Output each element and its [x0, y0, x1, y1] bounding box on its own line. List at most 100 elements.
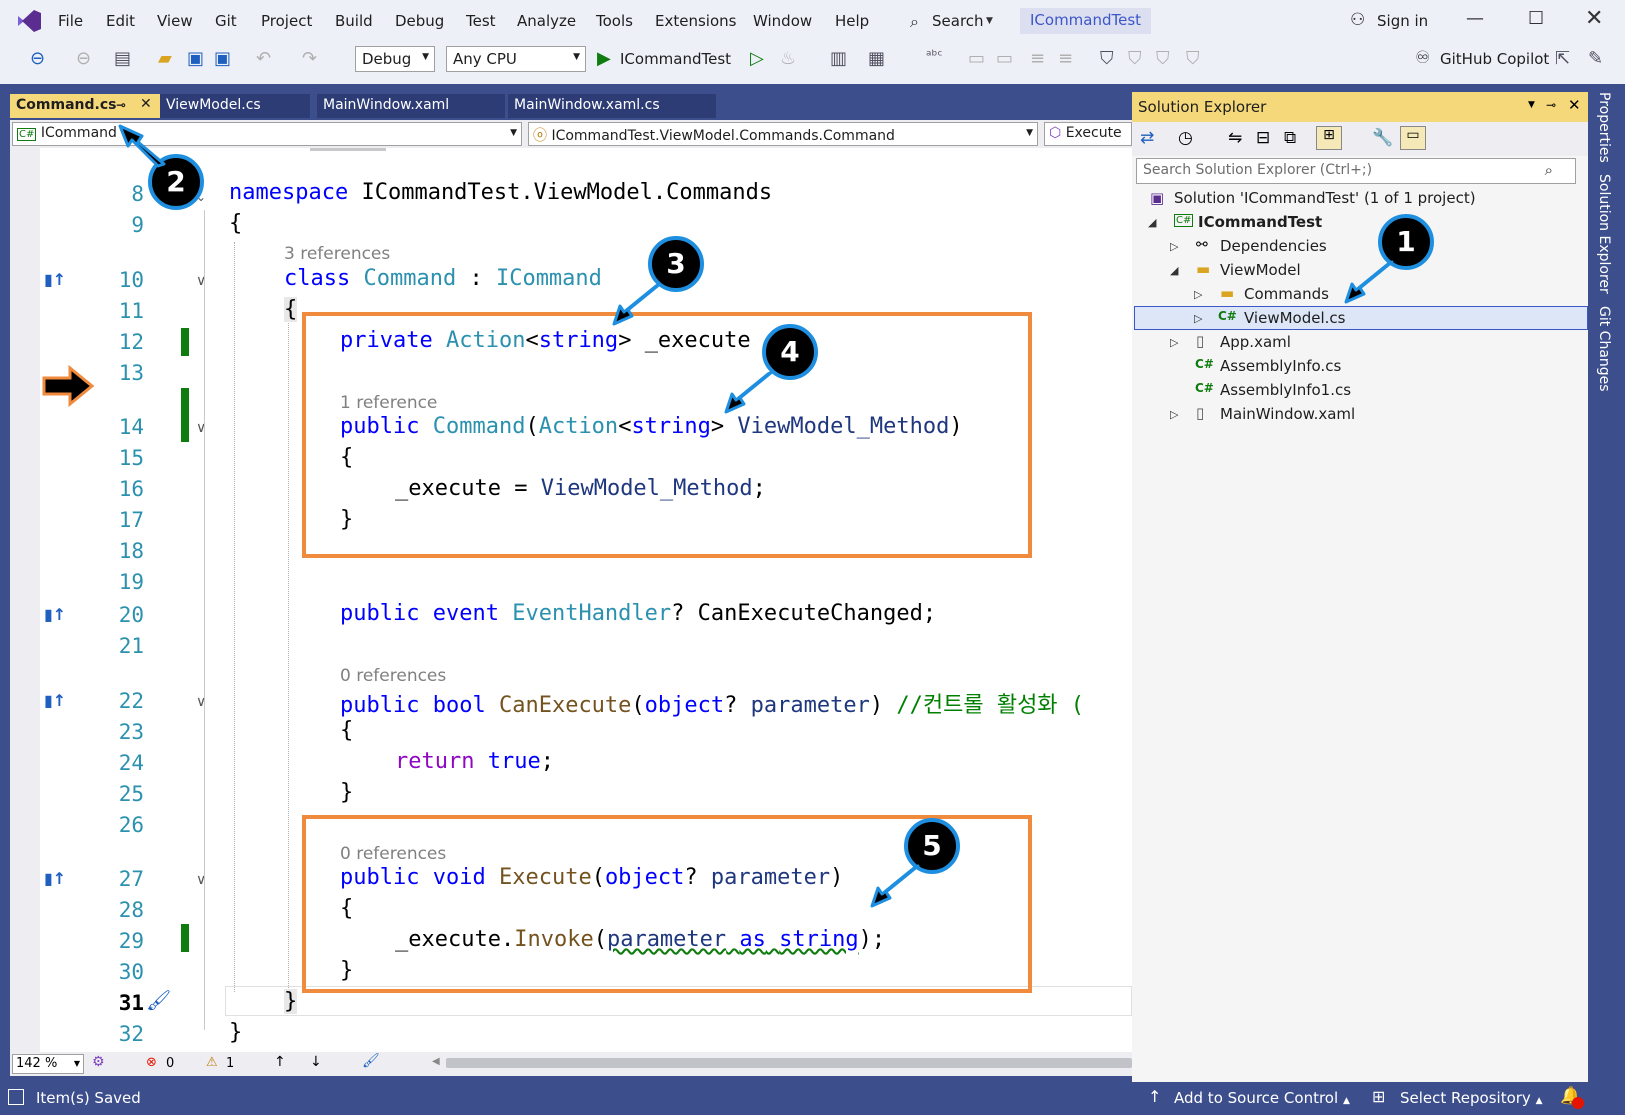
sync-icon[interactable]: ⇄ — [1140, 128, 1154, 148]
menu-edit[interactable]: Edit — [106, 12, 135, 30]
project-dropdown[interactable]: C# ICommand ▼ — [12, 122, 522, 146]
arrow-up-icon[interactable]: ↑ — [274, 1054, 286, 1070]
new-project-icon[interactable]: ▤ — [114, 48, 131, 69]
zoom-select[interactable]: 142 % ▼ — [12, 1054, 84, 1074]
expanded-icon[interactable]: ◢ — [1170, 264, 1178, 277]
back-icon[interactable]: ⊖ — [30, 48, 45, 69]
menu-debug[interactable]: Debug — [395, 12, 444, 30]
arrow-down-icon[interactable]: ↓ — [310, 1054, 322, 1070]
start-debug-icon[interactable]: ▶ — [597, 48, 611, 69]
close-window-button[interactable]: ✕ — [1585, 6, 1603, 31]
menu-project[interactable]: Project — [261, 12, 312, 30]
save-icon[interactable]: ▣ — [187, 48, 204, 69]
menu-file[interactable]: File — [58, 12, 83, 30]
menu-help[interactable]: Help — [835, 12, 869, 30]
save-all-icon[interactable]: ▣ — [214, 48, 231, 69]
swap-icon[interactable]: ⇋ — [1228, 128, 1242, 148]
preview-icon[interactable]: ▭ — [1400, 126, 1426, 150]
bookmark-icon[interactable]: ⛉ — [1100, 48, 1114, 69]
tab-command-cs[interactable]: Command.cs ⊸ ✕ — [10, 94, 160, 118]
history-icon[interactable]: ◷ — [1178, 128, 1193, 148]
open-folder-icon[interactable]: ▰ — [158, 48, 172, 69]
type-dropdown[interactable]: ⓞ ICommandTest.ViewModel.Commands.Comman… — [528, 122, 1038, 146]
close-icon[interactable]: ✕ — [140, 96, 152, 112]
comment-icon[interactable]: ▭ — [968, 48, 985, 69]
tree-solution[interactable]: Solution 'ICommandTest' (1 of 1 project) — [1174, 189, 1476, 207]
implements-icon[interactable]: ▮↑ — [44, 605, 66, 624]
code-cleanup-icon[interactable]: 🖌 — [362, 1053, 380, 1069]
configuration-select[interactable]: Debug ▼ — [355, 46, 435, 72]
tree-project[interactable]: ICommandTest — [1198, 213, 1322, 231]
tree-commands-folder[interactable]: Commands — [1244, 285, 1329, 303]
chevron-down-icon[interactable]: ▼ — [1528, 100, 1535, 110]
menu-tools[interactable]: Tools — [596, 12, 633, 30]
feedback-icon[interactable]: ✎ — [1588, 48, 1603, 69]
collapse-all-icon[interactable]: ⊟ — [1256, 128, 1270, 148]
side-tab-properties[interactable]: Properties — [1596, 92, 1612, 163]
minimize-button[interactable]: — — [1466, 8, 1484, 29]
tree-view-icon[interactable]: ⊞ — [1316, 126, 1342, 150]
redo-icon[interactable]: ↷ — [302, 48, 317, 69]
github-copilot-button[interactable]: GitHub Copilot — [1440, 50, 1549, 68]
implements-icon[interactable]: ▮↑ — [44, 869, 66, 888]
quick-actions-brush-icon[interactable]: 🖌 — [146, 988, 171, 1012]
hot-reload-icon[interactable]: ♨ — [780, 48, 796, 69]
outdent-icon[interactable]: ≡ — [1058, 48, 1073, 69]
scroll-left-icon[interactable]: ◀ — [432, 1056, 440, 1067]
implements-icon[interactable]: ▮↑ — [44, 691, 66, 710]
forward-icon[interactable]: ⊖ — [76, 48, 91, 69]
intellicode-icon[interactable]: ⚙ — [92, 1054, 105, 1070]
show-all-icon[interactable]: ⧉ — [1284, 128, 1296, 148]
tree-viewmodel-folder[interactable]: ViewModel — [1220, 261, 1301, 279]
expanded-icon[interactable]: ◢ — [1148, 216, 1156, 229]
member-dropdown[interactable]: ⬡ Execute — [1044, 122, 1132, 146]
select-repository[interactable]: Select Repository ▲ — [1400, 1089, 1543, 1107]
collapsed-icon[interactable]: ▷ — [1170, 336, 1178, 349]
error-count[interactable]: 0 — [166, 1056, 174, 1071]
menu-extensions[interactable]: Extensions — [655, 12, 736, 30]
add-to-source-control[interactable]: Add to Source Control ▲ — [1174, 1089, 1350, 1107]
collapsed-icon[interactable]: ▷ — [1170, 408, 1178, 421]
run-target-button[interactable]: ICommandTest — [620, 50, 731, 68]
tab-viewmodel-cs[interactable]: ViewModel.cs — [160, 94, 310, 118]
implements-icon[interactable]: ▮↑ — [44, 270, 66, 289]
properties-wrench-icon[interactable]: 🔧 — [1372, 128, 1393, 148]
undo-icon[interactable]: ↶ — [256, 48, 271, 69]
collapsed-icon[interactable]: ▷ — [1194, 312, 1202, 325]
clear-bookmarks-icon[interactable]: ⛉ — [1186, 48, 1200, 69]
horizontal-scrollbar[interactable] — [446, 1058, 1132, 1068]
tree-mainwindow-xaml[interactable]: MainWindow.xaml — [1220, 405, 1355, 423]
menu-test[interactable]: Test — [466, 12, 496, 30]
share-icon[interactable]: ⇱ — [1555, 48, 1570, 69]
tree-viewmodel-cs[interactable]: ViewModel.cs — [1244, 309, 1345, 327]
uncomment-icon[interactable]: ▭ — [996, 48, 1013, 69]
codelens-references[interactable]: 0 references — [340, 666, 446, 686]
tab-mainwindow-xaml-cs[interactable]: MainWindow.xaml.cs — [508, 94, 716, 118]
side-tab-solution-explorer[interactable]: Solution Explorer — [1596, 174, 1612, 294]
menu-analyze[interactable]: Analyze — [517, 12, 576, 30]
maximize-button[interactable]: ☐ — [1528, 8, 1544, 29]
menu-window[interactable]: Window — [753, 12, 812, 30]
tree-assemblyinfo[interactable]: AssemblyInfo.cs — [1220, 357, 1341, 375]
solution-search-input[interactable]: Search Solution Explorer (Ctrl+;) ⌕ — [1136, 158, 1576, 184]
search-button[interactable]: Search — [932, 12, 984, 30]
pin-icon[interactable]: ⊸ — [116, 98, 126, 112]
side-tab-git-changes[interactable]: Git Changes — [1596, 306, 1612, 392]
indent-icon[interactable]: ≡ — [1030, 48, 1045, 69]
next-bookmark-icon[interactable]: ⛉ — [1156, 48, 1170, 69]
start-without-debug-icon[interactable]: ▷ — [750, 48, 764, 69]
pin-icon[interactable]: ⊸ — [1546, 98, 1556, 112]
spell-check-icon[interactable]: ᵃᵇᶜ — [926, 48, 943, 64]
collapsed-icon[interactable]: ▷ — [1194, 288, 1202, 301]
tree-app-xaml[interactable]: App.xaml — [1220, 333, 1291, 351]
warning-count[interactable]: 1 — [226, 1056, 234, 1071]
menu-git[interactable]: Git — [215, 12, 237, 30]
codelens-references[interactable]: 3 references — [284, 244, 390, 264]
menu-view[interactable]: View — [157, 12, 193, 30]
solution-explorer-icon[interactable]: ▥ — [830, 48, 847, 69]
prev-bookmark-icon[interactable]: ⛉ — [1128, 48, 1142, 69]
collapsed-icon[interactable]: ▷ — [1170, 240, 1178, 253]
sign-in-button[interactable]: Sign in — [1377, 12, 1428, 30]
tree-assemblyinfo1[interactable]: AssemblyInfo1.cs — [1220, 381, 1351, 399]
close-icon[interactable]: ✕ — [1568, 96, 1581, 114]
